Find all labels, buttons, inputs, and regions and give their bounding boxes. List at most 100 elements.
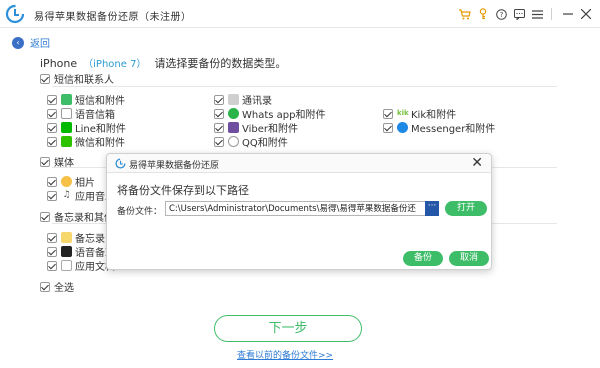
- item-line[interactable]: Line和附件: [47, 120, 126, 135]
- item-photos[interactable]: 相片: [47, 174, 95, 189]
- cart-icon[interactable]: [457, 6, 473, 22]
- back-button[interactable]: ‹ 返回: [12, 35, 50, 50]
- whatsapp-icon: [228, 108, 239, 119]
- previous-backups-link[interactable]: 查看以前的备份文件>>: [237, 348, 333, 361]
- back-label: 返回: [30, 39, 50, 50]
- item-label: Viber和附件: [242, 124, 299, 135]
- checkbox-icon: [383, 122, 393, 133]
- back-arrow-icon: ‹: [12, 36, 24, 49]
- toolbar-divider: [551, 8, 552, 20]
- checkbox-icon: [214, 122, 224, 133]
- document-icon: [61, 260, 72, 271]
- checkbox-icon: [47, 190, 57, 201]
- qq-icon: [228, 136, 239, 147]
- item-app-docs[interactable]: 应用文档: [47, 258, 115, 273]
- item-label: 相片: [75, 178, 95, 189]
- voicemail-icon: [61, 108, 72, 119]
- svg-text:?: ?: [499, 11, 503, 19]
- dialog-heading: 将备份文件保存到以下路径: [117, 184, 249, 197]
- close-icon[interactable]: [578, 6, 594, 22]
- select-all-label: 全选: [54, 283, 74, 294]
- header-message: 请选择要备份的数据类型。: [154, 57, 287, 70]
- item-label: 备忘录: [75, 234, 105, 245]
- item-qq[interactable]: QQ和附件: [214, 134, 288, 149]
- save-path-dialog: 易得苹果数据备份还原 ✕ 将备份文件保存到以下路径 备份文件： C:\Users…: [106, 153, 492, 270]
- viber-icon: [228, 122, 239, 133]
- key-icon[interactable]: [475, 6, 491, 22]
- item-label: Kik和附件: [411, 110, 457, 121]
- browse-button[interactable]: ···: [425, 201, 439, 216]
- checkbox-icon: [40, 156, 50, 167]
- checkbox-icon: [47, 122, 57, 133]
- checkbox-icon: [214, 108, 224, 119]
- line-icon: [61, 122, 72, 133]
- wechat-icon: [61, 136, 72, 147]
- item-label: Line和附件: [75, 124, 126, 135]
- section-label: 短信和联系人: [54, 75, 114, 86]
- device-model: （iPhone 7）: [83, 59, 147, 70]
- item-voice-memo[interactable]: 语音备忘: [47, 244, 115, 259]
- item-label: 短信和附件: [75, 96, 125, 107]
- item-kik[interactable]: kik Kik和附件: [383, 106, 456, 121]
- checkbox-icon: [47, 260, 57, 271]
- item-app-music[interactable]: ♫ 应用音乐: [47, 188, 115, 203]
- dialog-logo-icon: [115, 158, 126, 169]
- checkbox-icon: [383, 108, 393, 119]
- item-label: 通讯录: [242, 96, 272, 107]
- item-voicemail[interactable]: 语音信箱: [47, 106, 115, 121]
- backup-path-field[interactable]: C:\Users\Administrator\Documents\易得\易得苹果…: [165, 201, 439, 216]
- voice-memo-icon: [61, 246, 72, 257]
- cancel-button[interactable]: 取消: [449, 251, 489, 266]
- section-messages-checkbox[interactable]: 短信和联系人: [40, 71, 114, 86]
- item-whatsapp[interactable]: Whats app和附件: [214, 106, 326, 121]
- section-memo-checkbox[interactable]: 备忘录和其他: [40, 209, 114, 224]
- item-messenger[interactable]: Messenger和附件: [383, 120, 495, 135]
- item-sms[interactable]: 短信和附件: [47, 92, 125, 107]
- question-icon[interactable]: ?: [493, 6, 509, 22]
- feedback-icon[interactable]: [511, 6, 527, 22]
- item-label: Messenger和附件: [411, 124, 496, 135]
- item-notes[interactable]: 备忘录: [47, 230, 105, 245]
- section-divider: [52, 86, 557, 87]
- checkbox-icon: [214, 136, 224, 147]
- dialog-close-icon[interactable]: ✕: [471, 155, 483, 171]
- section-label: 备忘录和其他: [54, 213, 114, 224]
- next-button[interactable]: 下一步: [214, 315, 362, 342]
- open-button[interactable]: 打开: [445, 201, 487, 216]
- item-label: 语音信箱: [75, 110, 115, 121]
- item-label: QQ和附件: [242, 138, 288, 149]
- contacts-icon: [228, 94, 239, 105]
- checkbox-icon: [47, 246, 57, 257]
- notes-icon: [61, 232, 72, 243]
- title-bar: 易得苹果数据备份还原（未注册） ?: [0, 0, 600, 28]
- checkbox-icon: [214, 94, 224, 105]
- device-name: iPhone: [40, 57, 78, 70]
- item-wechat[interactable]: 微信和附件: [47, 134, 125, 149]
- messenger-icon: [397, 122, 408, 133]
- checkbox-icon: [40, 211, 50, 222]
- checkbox-icon: [40, 281, 50, 292]
- checkbox-icon: [47, 136, 57, 147]
- select-all-checkbox[interactable]: 全选: [40, 279, 74, 294]
- checkbox-icon: [47, 108, 57, 119]
- music-icon: ♫: [61, 190, 72, 201]
- minimize-icon[interactable]: [560, 6, 576, 22]
- photos-icon: [61, 176, 72, 187]
- dialog-header: 易得苹果数据备份还原 ✕: [107, 154, 491, 173]
- app-title: 易得苹果数据备份还原（未注册）: [34, 12, 192, 23]
- page-header: iPhone （iPhone 7） 请选择要备份的数据类型。: [40, 55, 286, 71]
- dialog-title: 易得苹果数据备份还原: [129, 161, 220, 171]
- checkbox-icon: [47, 94, 57, 105]
- checkbox-icon: [47, 176, 57, 187]
- checkbox-icon: [40, 73, 50, 84]
- backup-button[interactable]: 备份: [403, 251, 443, 266]
- item-viber[interactable]: Viber和附件: [214, 120, 298, 135]
- app-logo-icon: [5, 4, 25, 24]
- sms-icon: [61, 94, 72, 105]
- item-contacts[interactable]: 通讯录: [214, 92, 272, 107]
- kik-icon: kik: [397, 108, 409, 119]
- item-label: 微信和附件: [75, 138, 125, 149]
- path-label: 备份文件：: [117, 207, 163, 217]
- checkbox-icon: [47, 232, 57, 243]
- menu-icon[interactable]: [529, 6, 545, 22]
